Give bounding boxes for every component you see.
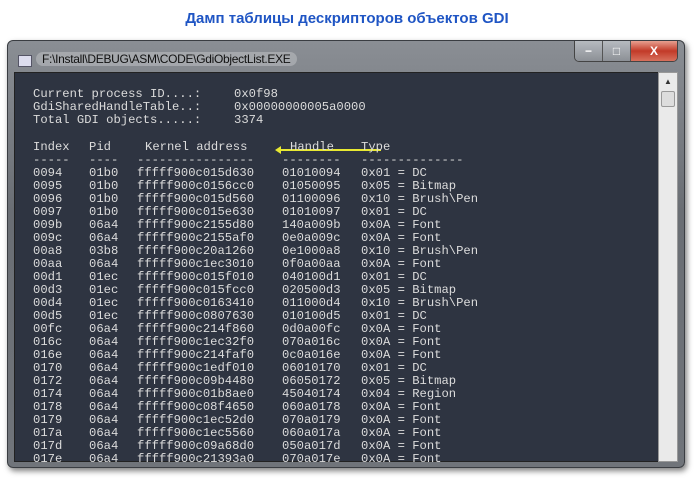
minimize-button[interactable]: − bbox=[575, 41, 603, 61]
cell-type: 0x0A = Font bbox=[361, 452, 442, 466]
window-controls: − □ X bbox=[574, 41, 678, 62]
maximize-button[interactable]: □ bbox=[603, 41, 631, 61]
cell-pid: 06a4 bbox=[89, 452, 119, 466]
cell-handle: 070a017e bbox=[282, 452, 341, 466]
close-button[interactable]: X bbox=[631, 41, 677, 61]
console-output: Current process ID....: 0x0f98 GdiSharedHa… bbox=[14, 72, 659, 466]
info-value: 3374 bbox=[234, 113, 264, 127]
vertical-scrollbar[interactable]: ▲ bbox=[658, 72, 678, 462]
scroll-up-arrow-icon[interactable]: ▲ bbox=[659, 77, 677, 86]
cell-kernel-address: fffff900c21393a0 bbox=[137, 452, 255, 466]
app-icon[interactable] bbox=[18, 55, 32, 67]
page-title: Дамп таблицы дескрипторов объектов GDI bbox=[185, 10, 509, 27]
scroll-thumb[interactable] bbox=[661, 91, 675, 107]
cell-index: 017e bbox=[33, 452, 63, 466]
info-label: Total GDI objects.....: bbox=[33, 113, 202, 127]
console-window: F:\Install\DEBUG\ASM\CODE\GdiObjectList.… bbox=[7, 40, 685, 468]
window-title: F:\Install\DEBUG\ASM\CODE\GdiObjectList.… bbox=[36, 52, 297, 66]
